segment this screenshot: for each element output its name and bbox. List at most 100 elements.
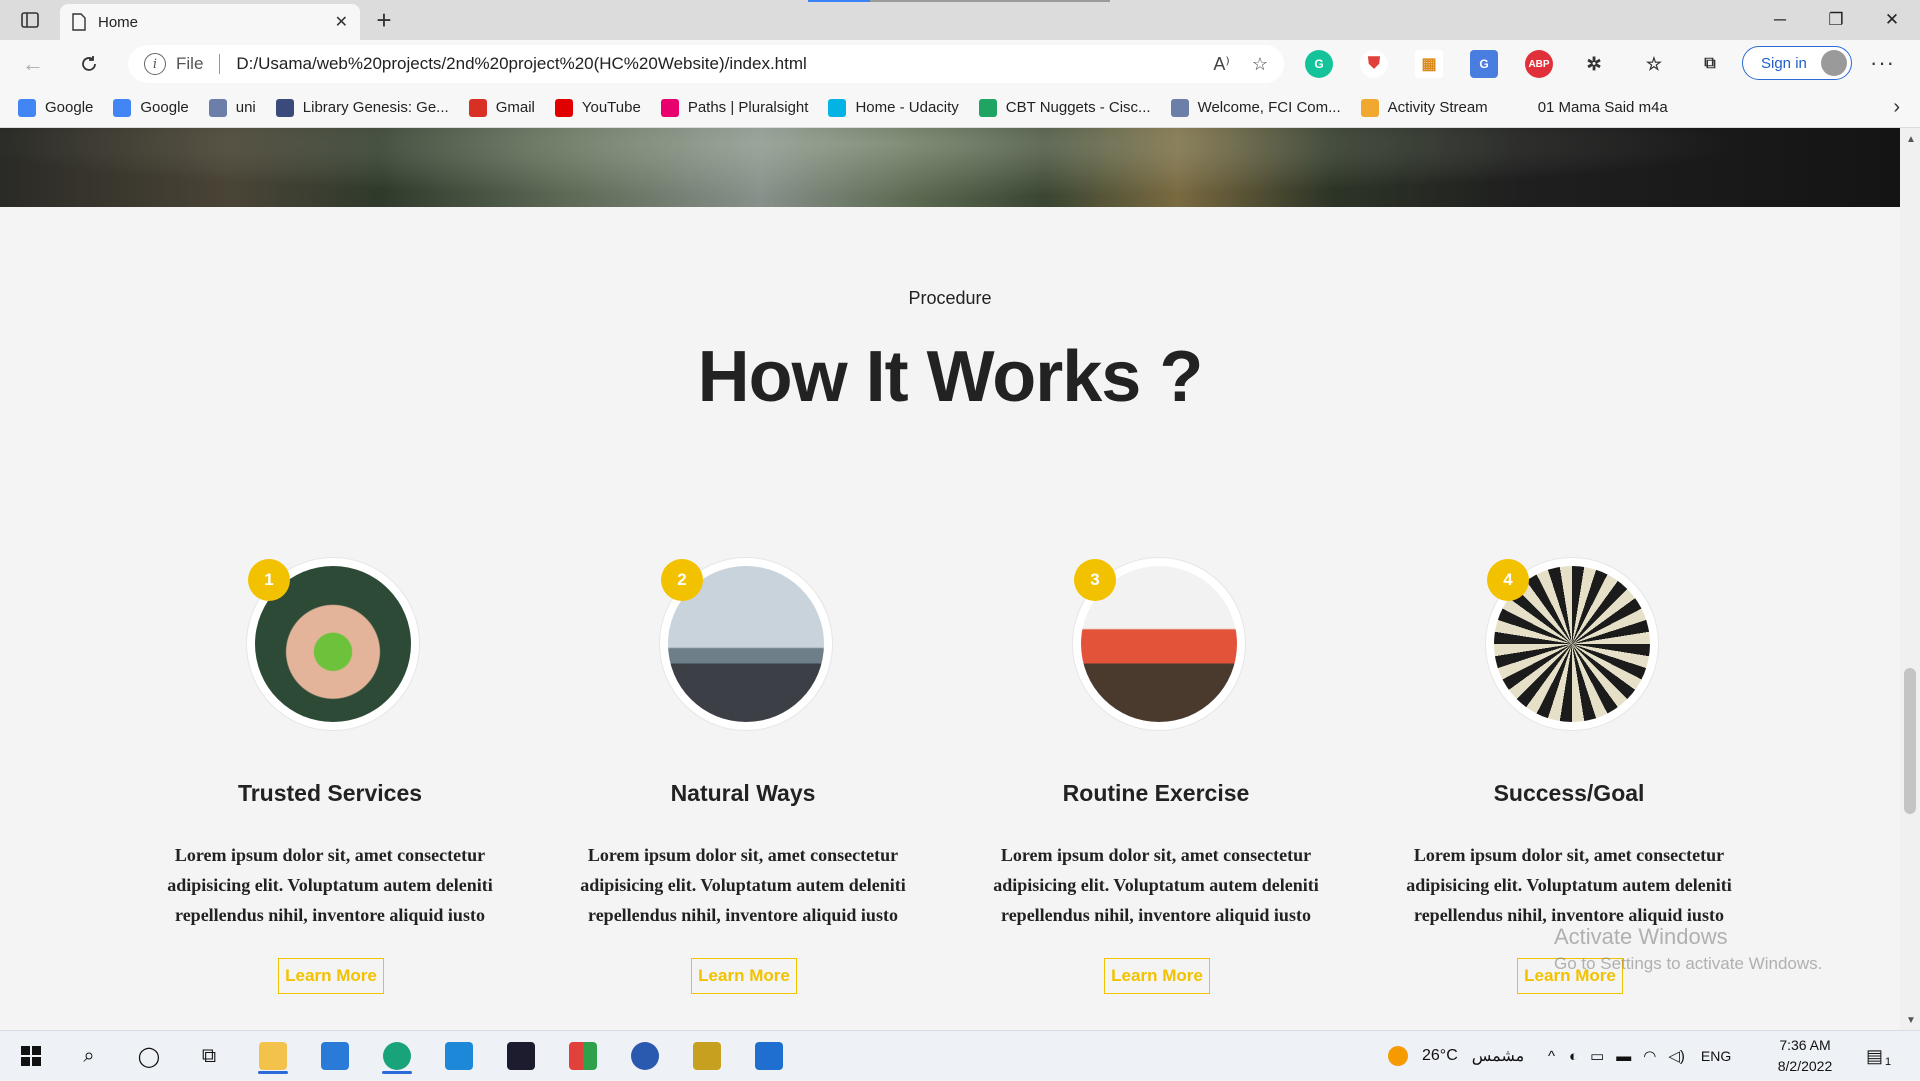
new-tab-button[interactable]: + — [368, 5, 400, 35]
address-scheme: File — [176, 54, 204, 73]
sign-in-label: Sign in — [1761, 54, 1807, 72]
step-photo-frame: 4 — [1486, 558, 1658, 730]
address-url[interactable]: D:/Usama/web%20projects/2nd%20project%20… — [236, 54, 1191, 74]
adblock-icon[interactable]: ABP — [1525, 50, 1553, 78]
scroll-down-icon[interactable]: ▼ — [1906, 1015, 1916, 1026]
bookmark-item[interactable]: Paths | Pluralsight — [660, 98, 808, 117]
refresh-icon — [82, 56, 96, 71]
sign-in-button[interactable]: Sign in — [1742, 46, 1852, 80]
bookmark-item[interactable]: uni — [208, 98, 256, 117]
learn-more-button[interactable]: Learn More — [1104, 958, 1210, 994]
page-scrollbar[interactable]: ▲ ▼ — [1900, 128, 1920, 1030]
bookmark-label: Welcome, FCI Com... — [1197, 99, 1341, 116]
weather-widget[interactable]: 26°C مشمس — [1388, 1031, 1524, 1081]
learn-more-button[interactable]: Learn More — [278, 958, 384, 994]
bookmark-item[interactable]: Welcome, FCI Com... — [1170, 98, 1341, 117]
minimize-button[interactable]: ─ — [1752, 0, 1808, 40]
tab-actions-button[interactable] — [14, 8, 46, 32]
chevron-up-icon[interactable]: ^ — [1548, 1048, 1555, 1065]
restore-button[interactable]: ❐ — [1808, 0, 1864, 40]
loading-indicator — [808, 0, 870, 2]
mail-icon[interactable] — [314, 1038, 356, 1074]
step-description: Lorem ipsum dolor sit, amet consectetur … — [580, 845, 906, 925]
intellij-icon[interactable] — [500, 1038, 542, 1074]
pluralsight-icon — [660, 98, 679, 117]
loading-track — [870, 0, 1110, 2]
site-info-icon[interactable]: i — [144, 53, 166, 75]
google-drive-icon — [978, 98, 997, 117]
bookmark-label: uni — [235, 99, 256, 116]
bookmark-item[interactable]: 01 Mama Said m4a — [1538, 99, 1668, 116]
task-view-icon[interactable]: ⧉ — [188, 1038, 230, 1074]
language-indicator[interactable]: ENG — [1701, 1048, 1731, 1064]
paint-app-icon[interactable] — [686, 1038, 728, 1074]
tab-strip: Home ✕ + ─ ❐ ✕ — [0, 0, 1920, 40]
meet-now-icon[interactable]: ▭ — [1590, 1047, 1604, 1065]
refresh-button[interactable] — [72, 48, 106, 80]
bookmark-label: Google — [45, 99, 94, 116]
bookmark-item[interactable]: Google — [18, 98, 94, 117]
clock[interactable]: 7:36 AM 8/2/2022 — [1770, 1035, 1840, 1077]
vscode-icon[interactable] — [438, 1038, 480, 1074]
learn-more-button[interactable]: Learn More — [691, 958, 797, 994]
extensions-icon[interactable]: ✲ — [1580, 50, 1608, 78]
hero-image-strip — [0, 128, 1900, 207]
antivirus-icon[interactable]: ◐ — [1569, 1048, 1578, 1065]
step-number-badge: 2 — [661, 559, 703, 601]
bookmark-item[interactable]: Gmail — [468, 98, 535, 117]
bookmarks-overflow-icon[interactable]: › — [1893, 96, 1900, 119]
read-aloud-icon[interactable]: A⁾ — [1213, 54, 1229, 75]
bookmark-item[interactable]: Google — [113, 98, 189, 117]
notification-count: 1 — [1885, 1056, 1892, 1068]
address-bar[interactable]: i File D:/Usama/web%20projects/2nd%20pro… — [128, 45, 1284, 83]
add-favorite-icon[interactable]: ☆ — [1252, 54, 1268, 75]
start-button[interactable] — [10, 1038, 52, 1074]
shield-extension-icon[interactable]: ⛊ — [1360, 50, 1388, 78]
windows-taskbar: ⌕ ◯ ⧉ 26°C مشمس ^ ◐ ▭ ▬ ◠ ◁) ENG 7:36 AM… — [0, 1030, 1920, 1080]
windows-logo-icon — [21, 1046, 41, 1066]
store-icon[interactable] — [748, 1038, 790, 1074]
step-number-badge: 1 — [248, 559, 290, 601]
weather-temp: 26°C — [1422, 1047, 1458, 1064]
notification-center-button[interactable]: ▤ 1 — [1866, 1031, 1891, 1081]
calendar-extension-icon[interactable]: ▦ — [1415, 50, 1443, 78]
tab-close-icon[interactable]: ✕ — [335, 12, 348, 32]
collections-icon[interactable]: ⧉ — [1696, 50, 1724, 78]
bookmark-item[interactable]: YouTube — [554, 98, 641, 117]
close-window-button[interactable]: ✕ — [1864, 0, 1920, 40]
app-multicolor-icon[interactable] — [562, 1038, 604, 1074]
step-title: Trusted Services — [237, 780, 423, 806]
wifi-icon[interactable]: ◠ — [1643, 1047, 1656, 1065]
tab-title: Home — [98, 13, 139, 31]
weather-text: مشمس — [1471, 1048, 1525, 1065]
window-controls: ─ ❐ ✕ — [1752, 0, 1920, 40]
bookmark-label: Gmail — [495, 99, 535, 116]
bookmark-item[interactable]: Activity Stream — [1360, 98, 1488, 117]
search-icon[interactable]: ⌕ — [68, 1038, 110, 1074]
library-genesis-icon — [275, 98, 294, 117]
bookmark-item[interactable]: Library Genesis: Ge... — [275, 98, 449, 117]
bookmark-item[interactable]: Home - Udacity — [828, 98, 959, 117]
step-description: Lorem ipsum dolor sit, amet consectetur … — [993, 845, 1319, 925]
grammarly-icon[interactable]: G — [1305, 50, 1333, 78]
section-headline: How It Works ? — [697, 337, 1204, 417]
step-title: Routine Exercise — [1062, 780, 1250, 806]
battery-icon[interactable]: ▬ — [1616, 1048, 1631, 1065]
file-explorer-icon[interactable] — [252, 1038, 294, 1074]
scroll-thumb[interactable] — [1904, 668, 1916, 814]
scroll-up-icon[interactable]: ▲ — [1906, 134, 1916, 145]
page-viewport: Procedure How It Works ? 1 Trusted Servic… — [0, 128, 1900, 1030]
bookmark-label: Library Genesis: Ge... — [302, 99, 449, 116]
browser-tab[interactable]: Home ✕ — [60, 4, 360, 40]
cortana-icon[interactable]: ◯ — [128, 1038, 170, 1074]
word-app-icon[interactable] — [624, 1038, 666, 1074]
edge-icon[interactable] — [376, 1038, 418, 1074]
favorites-icon[interactable]: ☆ — [1640, 50, 1668, 78]
clock-date: 8/2/2022 — [1777, 1058, 1833, 1074]
bookmark-item[interactable]: CBT Nuggets - Cisc... — [978, 98, 1151, 117]
more-options-icon[interactable]: ··· — [1870, 50, 1895, 76]
activate-windows-watermark: Activate Windows Go to Settings to activ… — [1554, 924, 1822, 974]
volume-icon[interactable]: ◁) — [1668, 1047, 1685, 1065]
translate-icon[interactable]: G — [1470, 50, 1498, 78]
back-button[interactable]: ← — [16, 48, 50, 80]
